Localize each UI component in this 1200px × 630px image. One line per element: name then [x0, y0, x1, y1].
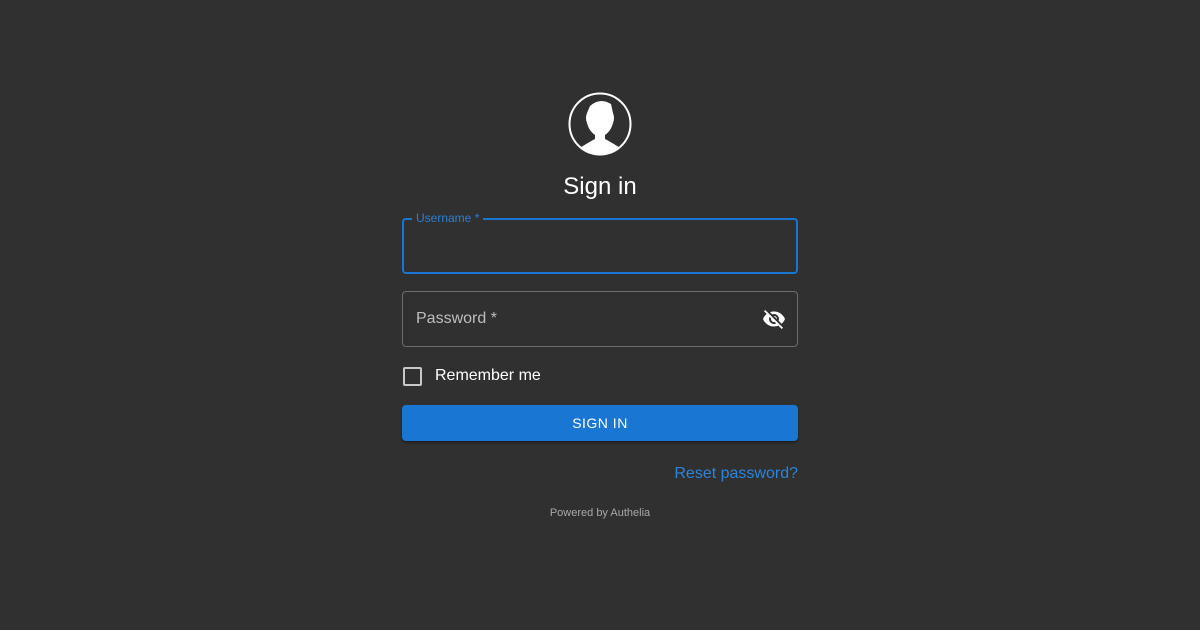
powered-by-text: Powered by Authelia — [549, 507, 651, 519]
remember-me-label[interactable]: Remember me — [435, 366, 541, 386]
username-field[interactable]: Username * — [402, 212, 798, 274]
username-input[interactable] — [404, 220, 796, 272]
remember-me-checkbox[interactable] — [403, 366, 422, 386]
password-input[interactable] — [403, 292, 743, 346]
remember-me-row[interactable]: Remember me — [402, 366, 541, 386]
eye-off-icon — [763, 310, 785, 329]
toggle-password-visibility-button[interactable] — [761, 306, 787, 332]
login-page: Sign in Username * Password * Remember m… — [0, 0, 1200, 630]
reset-password-link[interactable]: Reset password? — [674, 464, 798, 484]
user-avatar-icon — [568, 92, 632, 156]
page-title: Sign in — [563, 173, 637, 200]
password-field[interactable]: Password * — [402, 291, 798, 347]
sign-in-button[interactable]: SIGN IN — [402, 405, 798, 441]
